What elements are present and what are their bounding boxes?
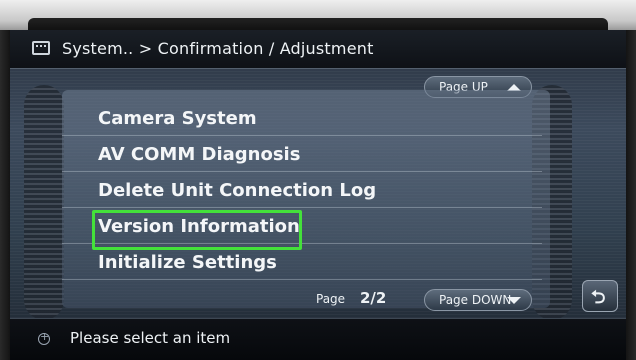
chevron-down-icon [507,297,521,304]
keyboard-icon [32,41,50,55]
page-number: 2/2 [360,289,387,307]
info-icon [38,330,50,345]
device-bezel-left [0,30,10,360]
device-bezel-right [626,30,636,360]
page-down-label: Page DOWN [439,293,512,307]
breadcrumb: System.. > Confirmation / Adjustment [62,39,374,58]
back-button[interactable]: ⮌ [582,280,618,312]
header-bar: System.. > Confirmation / Adjustment [10,30,626,69]
back-arrow-icon: ⮌ [591,287,606,308]
device-bezel [0,0,636,30]
status-bar: Please select an item [10,318,626,360]
list-item-camera-system[interactable]: Camera System [62,102,542,136]
list-item-initialize-settings[interactable]: Initialize Settings [62,246,542,280]
list-item-av-comm-diagnosis[interactable]: AV COMM Diagnosis [62,138,542,172]
selection-highlight [92,210,302,250]
page-label: Page [316,292,346,306]
page-down-button[interactable]: Page DOWN [424,289,532,311]
nav-screen: System.. > Confirmation / Adjustment Pag… [10,30,626,360]
scroll-rail-left [24,85,64,320]
status-message: Please select an item [70,329,231,347]
list-item-delete-unit-connection-log[interactable]: Delete Unit Connection Log [62,174,542,208]
